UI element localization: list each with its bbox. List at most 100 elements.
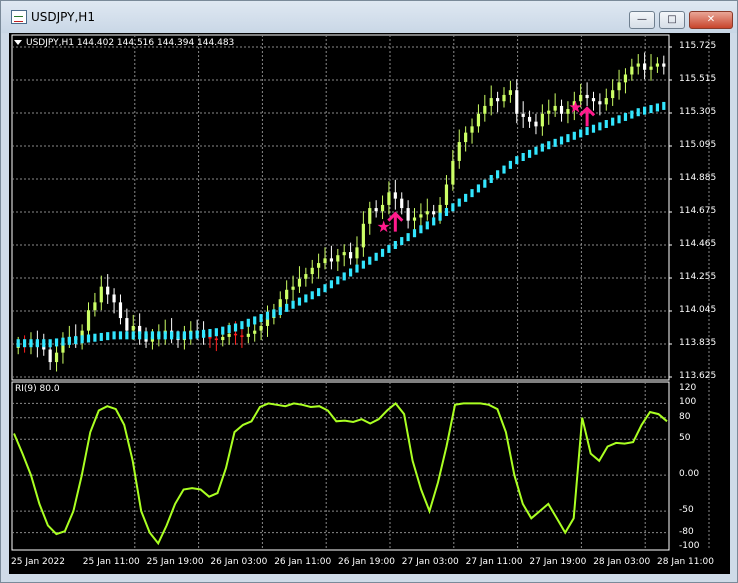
time-axis-label: 27 Jan 11:00 — [465, 557, 523, 567]
ma-marker — [374, 252, 378, 261]
time-axis-label: 27 Jan 03:00 — [401, 557, 459, 567]
ma-marker — [393, 241, 397, 249]
ma-marker — [611, 117, 615, 126]
time-axis-label: 25 Jan 19:00 — [146, 557, 204, 567]
ma-marker — [61, 337, 65, 346]
ma-marker — [201, 329, 206, 338]
indicator-axis-label: 50 — [679, 433, 691, 444]
candle-body — [451, 160, 455, 185]
ma-marker — [323, 284, 327, 293]
time-axis-label: 25 Jan 2022 — [11, 557, 65, 567]
maximize-button[interactable]: □ — [659, 11, 685, 29]
time-axis-label: 25 Jan 11:00 — [82, 557, 140, 567]
ma-marker — [527, 149, 532, 158]
ma-marker — [304, 294, 308, 303]
candle-body — [348, 252, 353, 259]
candle-body — [476, 113, 481, 127]
ma-marker — [125, 331, 129, 340]
ma-marker — [16, 339, 20, 348]
time-axis-label: 27 Jan 19:00 — [529, 557, 587, 567]
ma-marker — [112, 331, 116, 340]
indicator-label: RI(9) 80.0 — [15, 384, 60, 394]
candle-body — [419, 214, 423, 218]
ma-marker — [521, 153, 525, 161]
ma-marker — [227, 325, 231, 334]
candle-body — [125, 318, 129, 331]
ma-marker — [336, 276, 340, 285]
candle-body — [617, 82, 621, 91]
ma-marker — [655, 103, 660, 112]
ma-marker — [163, 331, 167, 340]
minimize-button[interactable]: — — [629, 11, 655, 29]
ma-marker — [444, 208, 449, 216]
candle-body — [99, 286, 103, 303]
ma-marker — [22, 339, 27, 348]
candle-body — [329, 258, 334, 262]
ma-marker — [317, 288, 321, 297]
ma-marker — [80, 335, 84, 344]
ma-marker — [253, 316, 257, 325]
title-bar[interactable]: USDJPY,H1 — □ ✕ — [1, 1, 737, 33]
price-axis-label: 113.835 — [679, 338, 717, 348]
ma-marker — [67, 336, 71, 345]
candle-body — [48, 349, 52, 363]
ma-marker — [559, 136, 564, 145]
ma-marker — [138, 331, 142, 340]
candle-body — [323, 258, 327, 264]
window-title: USDJPY,H1 — [31, 10, 95, 24]
candle-body — [297, 278, 302, 287]
candle-body — [208, 336, 212, 339]
candle-body — [655, 63, 660, 67]
ma-marker — [170, 331, 174, 340]
ma-marker — [380, 248, 385, 257]
candle-body — [636, 63, 640, 67]
ma-marker — [348, 268, 353, 277]
candle-body — [470, 126, 474, 133]
candle-body — [106, 286, 110, 295]
candle-body — [355, 247, 359, 259]
ma-marker — [540, 143, 544, 152]
ma-marker — [35, 339, 39, 348]
candle-body — [623, 74, 628, 83]
ma-marker — [48, 339, 52, 348]
candle-body — [310, 267, 314, 275]
ma-marker — [515, 156, 519, 165]
candle-body — [361, 223, 365, 248]
ma-marker — [585, 127, 589, 136]
ma-marker — [259, 314, 263, 323]
time-axis-label: 26 Jan 19:00 — [338, 557, 395, 567]
ma-marker — [150, 331, 155, 340]
dropdown-triangle-icon[interactable] — [14, 40, 22, 45]
price-axis-label: 115.305 — [679, 107, 717, 117]
price-axis-label: 114.255 — [679, 272, 717, 282]
price-axis-label: 115.725 — [679, 41, 717, 51]
candle-body — [425, 211, 429, 215]
candle-body — [233, 333, 238, 336]
ma-marker — [502, 165, 506, 174]
ma-marker — [182, 331, 186, 340]
price-axis-label: 113.625 — [679, 371, 717, 381]
ma-marker — [86, 334, 91, 343]
candle-body — [464, 132, 468, 143]
chart-canvas[interactable]: ★★ — [9, 33, 730, 574]
candle-body — [400, 198, 404, 209]
ma-marker — [604, 120, 608, 128]
candle-body — [611, 90, 615, 99]
ma-marker — [470, 189, 474, 198]
candle-body — [406, 208, 410, 221]
candle-body — [591, 98, 596, 102]
ma-marker — [131, 331, 135, 340]
candle-body — [374, 208, 378, 212]
price-axis-label: 115.095 — [679, 140, 717, 150]
price-chart-area[interactable]: ★ ★ USDJPY,H1 144.402 144.516 144.394 144… — [9, 33, 730, 574]
ma-marker — [425, 221, 429, 230]
candle-body — [93, 302, 97, 311]
candle-body — [489, 98, 493, 106]
ma-marker — [489, 175, 493, 183]
close-button[interactable]: ✕ — [689, 11, 733, 29]
symbol-info: USDJPY,H1 144.402 144.516 144.394 144.48… — [14, 38, 234, 48]
ma-marker — [432, 217, 436, 226]
ma-marker — [572, 131, 576, 140]
ma-marker — [387, 244, 391, 253]
candle-body — [483, 105, 487, 114]
